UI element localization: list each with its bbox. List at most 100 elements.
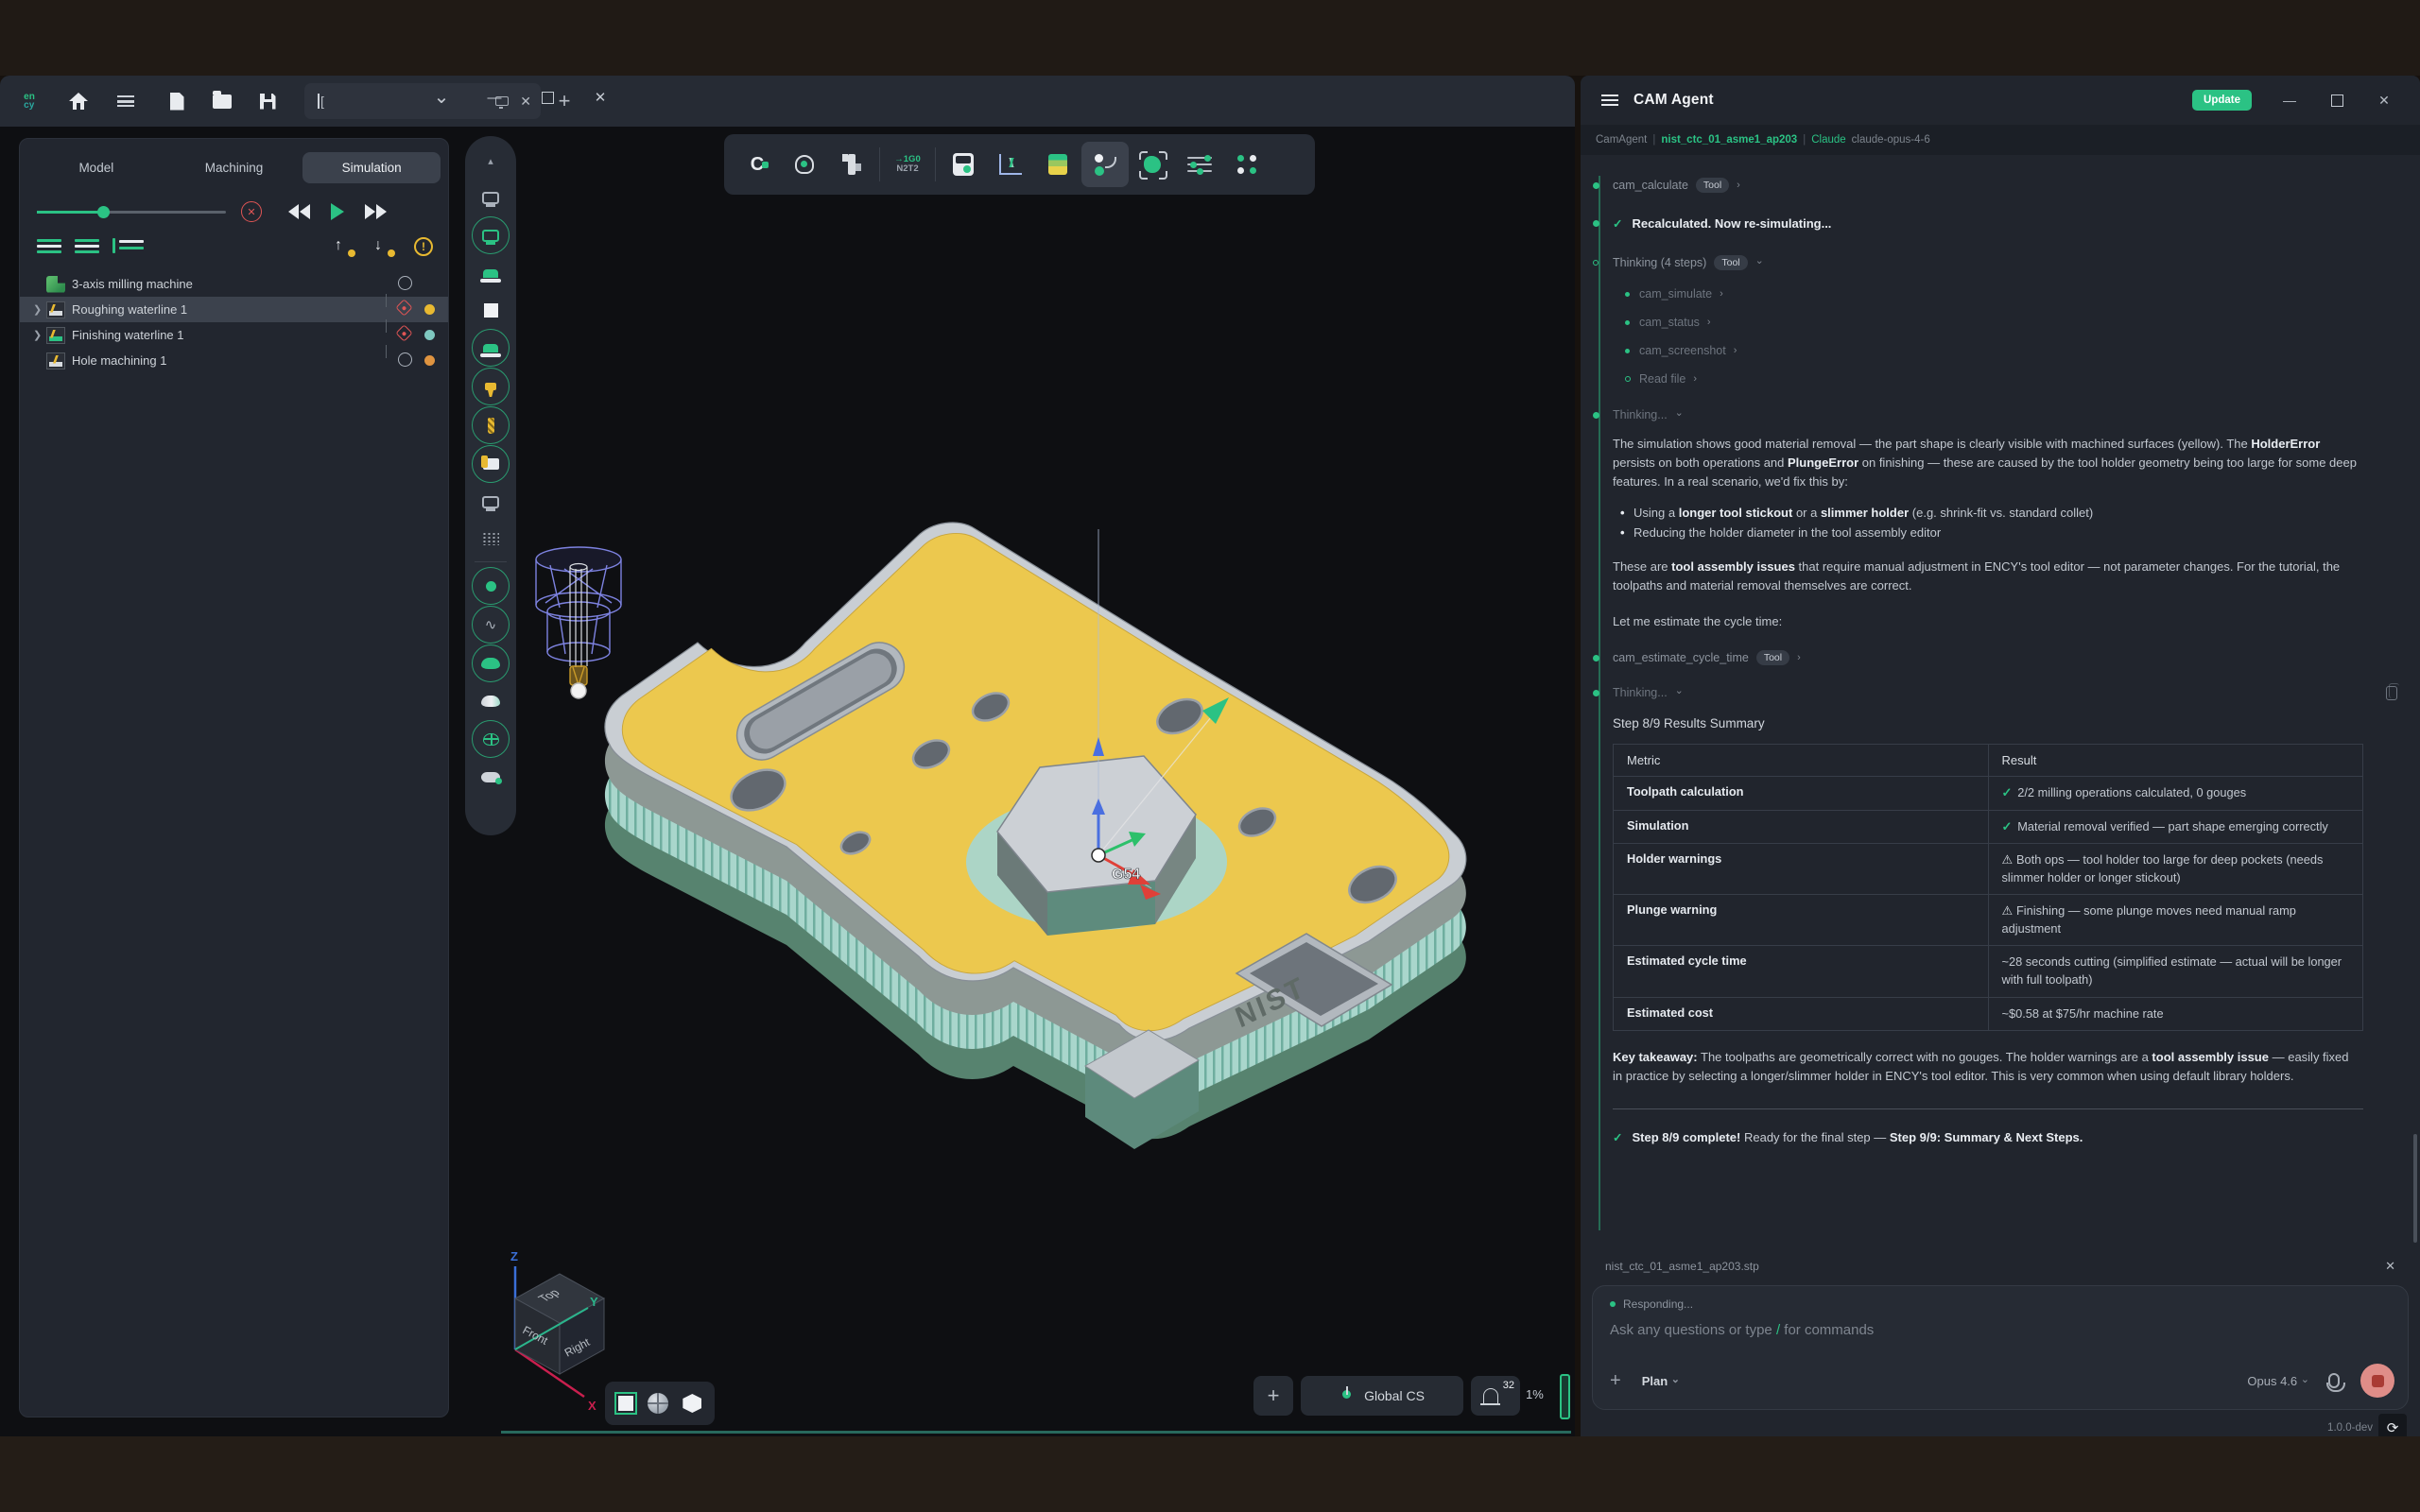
orbit-view-button[interactable]	[648, 1393, 668, 1414]
fit-view-button[interactable]	[618, 1396, 633, 1411]
tab-simulation[interactable]: Simulation	[302, 152, 441, 183]
probe-button[interactable]	[781, 142, 828, 187]
minimize-button[interactable]	[482, 85, 507, 110]
agent-chat[interactable]: cam_calculate Tool Recalculated. Now re-…	[1581, 155, 2420, 1251]
attachment-remove-icon[interactable]	[2385, 1259, 2395, 1274]
update-button[interactable]: Update	[2192, 90, 2252, 111]
analysis-button[interactable]	[987, 142, 1034, 187]
save-button[interactable]	[251, 85, 284, 117]
refresh-icon[interactable]	[2378, 1414, 2407, 1436]
thinking-toggle-1[interactable]: Thinking...	[1613, 408, 2363, 421]
new-file-button[interactable]	[161, 85, 193, 117]
chat-scrollbar[interactable]	[2413, 1134, 2417, 1243]
viewport-3d[interactable]: NIST G54	[473, 132, 1575, 1436]
stop-simulation-button[interactable]	[241, 201, 262, 222]
cutting-tool[interactable]	[536, 547, 621, 698]
notifications-button[interactable]: 32	[1471, 1376, 1520, 1416]
window-dropdown-button[interactable]	[429, 85, 454, 110]
agent-menu-icon[interactable]	[1601, 94, 1618, 106]
model-selector[interactable]: Opus 4.6	[2247, 1374, 2309, 1388]
calculator-button[interactable]	[940, 142, 987, 187]
show-fixture-button[interactable]	[472, 445, 510, 483]
maximize-button[interactable]	[535, 85, 560, 110]
tool-event-cam-calculate[interactable]: cam_calculate Tool	[1613, 178, 2363, 193]
show-stock-active-button[interactable]	[472, 329, 510, 367]
gcode-button[interactable]: →1G0 N2T2	[884, 142, 931, 187]
show-shaded-button[interactable]	[472, 759, 510, 795]
state-ring[interactable]	[398, 352, 415, 369]
show-points-button[interactable]	[472, 567, 510, 605]
stock-layers-button[interactable]	[1034, 142, 1081, 187]
fast-forward-button[interactable]	[365, 204, 387, 219]
collision-check-button[interactable]	[1129, 142, 1176, 187]
show-part-button[interactable]	[472, 292, 510, 328]
substep-read-file[interactable]: Read file	[1639, 372, 2363, 386]
agent-minimize-button[interactable]	[2278, 93, 2301, 108]
show-holder-button[interactable]	[472, 368, 510, 405]
app-logo[interactable]: ency	[13, 85, 45, 117]
thinking-toggle-2[interactable]: Thinking...	[1613, 686, 2363, 699]
expand-chevron[interactable]	[33, 329, 46, 341]
chat-input[interactable]: Ask any questions or type / for commands	[1610, 1322, 2391, 1338]
measure-button[interactable]	[828, 142, 875, 187]
view-cube[interactable]: Z X Y Top Front Right	[510, 1249, 604, 1413]
warnings-button[interactable]: !	[414, 237, 433, 256]
tab-machining[interactable]: Machining	[165, 152, 303, 183]
home-button[interactable]	[62, 85, 95, 117]
close-button[interactable]	[588, 85, 613, 110]
show-toolpath-button[interactable]	[472, 606, 510, 644]
simulation-progress-slider[interactable]	[37, 211, 226, 214]
substep-cam-status[interactable]: cam_status	[1639, 316, 2363, 329]
tab-model[interactable]: Model	[27, 152, 165, 183]
show-wireframe-button[interactable]	[472, 720, 510, 758]
expand-chevron[interactable]	[33, 303, 46, 316]
event-dot	[1625, 320, 1630, 325]
show-machine-button[interactable]	[472, 180, 510, 215]
toolpath-list-icon-3[interactable]	[112, 238, 137, 255]
stop-generation-button[interactable]	[2360, 1364, 2394, 1398]
toolpath-list-icon-1[interactable]	[37, 238, 61, 255]
show-stock-button[interactable]	[472, 255, 510, 291]
show-machine2-button[interactable]	[472, 484, 510, 520]
show-surface-button[interactable]	[472, 644, 510, 682]
view-scale-slider[interactable]	[1560, 1374, 1570, 1419]
menu-button[interactable]	[110, 85, 142, 117]
mic-button[interactable]	[2328, 1373, 2340, 1388]
substep-cam-simulate[interactable]: cam_simulate	[1639, 287, 2363, 301]
state-ring[interactable]	[398, 276, 415, 293]
tree-row-finishing[interactable]: Finishing waterline 1	[20, 322, 448, 348]
substep-cam-screenshot[interactable]: cam_screenshot	[1639, 344, 2363, 357]
chat-composer[interactable]: Responding... Ask any questions or type …	[1592, 1285, 2409, 1410]
iso-view-button[interactable]	[683, 1394, 701, 1413]
toolpath-list-icon-2[interactable]	[75, 238, 99, 255]
show-tool-button[interactable]	[472, 406, 510, 444]
tool-event-estimate[interactable]: cam_estimate_cycle_time Tool	[1613, 650, 2363, 665]
cs-selector[interactable]: Global CS	[1301, 1376, 1463, 1416]
simulation-mode-button[interactable]	[1081, 142, 1129, 187]
tree-row-machine[interactable]: 3-axis milling machine	[20, 271, 448, 297]
show-surface2-button[interactable]	[472, 683, 510, 719]
step-up-button[interactable]: ↑	[335, 237, 354, 256]
show-mesh-button[interactable]	[472, 521, 510, 557]
mode-selector[interactable]: Plan	[1642, 1374, 1680, 1388]
state-target[interactable]	[398, 301, 415, 318]
copy-icon[interactable]	[2386, 686, 2397, 700]
step-down-button[interactable]: ↓	[374, 237, 393, 256]
state-target[interactable]	[398, 327, 415, 344]
thinking-steps-toggle[interactable]: Thinking (4 steps) Tool	[1613, 255, 2363, 270]
display-settings-button[interactable]	[1176, 142, 1223, 187]
show-machine-active-button[interactable]	[472, 216, 510, 254]
rewind-button[interactable]	[288, 204, 310, 219]
stock-button[interactable]: C	[734, 142, 781, 187]
agent-maximize-button[interactable]	[2325, 94, 2348, 107]
machined-part[interactable]: NIST	[605, 523, 1466, 1149]
play-button[interactable]	[331, 203, 344, 220]
tree-row-hole[interactable]: Hole machining 1	[20, 348, 448, 373]
more-tools-button[interactable]	[1223, 142, 1270, 187]
agent-close-button[interactable]	[2373, 93, 2395, 109]
tree-row-roughing[interactable]: Roughing waterline 1	[20, 297, 448, 322]
open-file-button[interactable]	[206, 85, 238, 117]
attach-button[interactable]: +	[1610, 1370, 1621, 1392]
scroll-up-button[interactable]	[472, 143, 510, 179]
add-cs-button[interactable]	[1253, 1376, 1293, 1416]
